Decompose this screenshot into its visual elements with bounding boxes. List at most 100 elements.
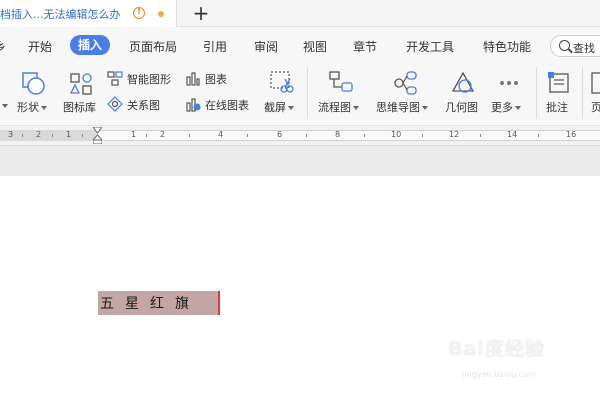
shapes-button[interactable]: 形状 (15, 67, 55, 123)
menu-item-reference[interactable]: 引用 (203, 38, 227, 55)
menu-item-cut[interactable]: 乡 (0, 38, 6, 55)
document-tab[interactable]: 档插入...无法编辑怎么办 ! (0, 0, 177, 27)
chart-button[interactable]: 图表 (185, 69, 241, 87)
page-label: 页 (591, 101, 600, 114)
more-dots-icon (498, 75, 520, 91)
chevron-down-icon (288, 106, 294, 110)
online-chart-icon (185, 96, 201, 112)
ruler-number: 10 (391, 130, 402, 139)
ruler-tick (247, 134, 248, 137)
relation-chart-label: 关系图 (127, 99, 160, 112)
warning-icon[interactable]: ! (133, 7, 145, 19)
chevron-down-icon (422, 106, 428, 110)
mindmap-label: 思维导图 (376, 101, 420, 114)
text-cursor (218, 291, 220, 315)
flowchart-label: 流程图 (318, 101, 351, 114)
document-text[interactable]: 五星红旗 (100, 293, 200, 313)
screenshot-label: 截屏 (264, 101, 286, 114)
relation-chart-icon (107, 96, 123, 112)
menu-item-view[interactable]: 视图 (303, 38, 327, 55)
icon-library-label: 图标库 (63, 101, 96, 114)
ruler-tick (306, 134, 307, 137)
smart-art-label: 智能图形 (127, 73, 171, 86)
insert-ribbon: 形状 图标库 智能图形 关系图 图表 在线图表 截屏 流程图 思维导图 几何图 … (0, 63, 600, 126)
ruler-tick (364, 134, 365, 137)
comment-button[interactable]: 批注 (542, 67, 580, 123)
flowchart-icon (328, 70, 354, 96)
menu-bar: 乡 开始 插入 页面布局 引用 审阅 视图 章节 开发工具 特色功能 查找 (0, 27, 600, 63)
wps-writer-window: 档插入...无法编辑怎么办 ! + 乡 开始 插入 页面布局 引用 审阅 视图 … (0, 0, 600, 400)
online-chart-button[interactable]: 在线图表 (185, 95, 257, 113)
page-button[interactable]: 页 (588, 67, 600, 123)
indent-marker-icon[interactable] (91, 126, 104, 145)
smart-art-icon (107, 70, 123, 86)
ruler-tick (82, 134, 83, 137)
ruler-tick (189, 134, 190, 137)
chevron-down-icon (41, 106, 47, 110)
page-icon (591, 72, 600, 94)
more-label: 更多 (491, 101, 513, 114)
new-tab-plus-icon[interactable]: + (191, 2, 211, 24)
shapes-icon (21, 71, 47, 97)
menu-item-start[interactable]: 开始 (28, 38, 52, 55)
document-tab-title: 档插入...无法编辑怎么办 (0, 8, 121, 21)
ruler-number: 16 (566, 130, 577, 139)
chevron-down-icon[interactable] (2, 104, 8, 108)
ruler-number: 8 (335, 130, 341, 139)
watermark-brand: Bai度经验 (448, 338, 545, 360)
ruler-number: 1 (66, 130, 72, 139)
comment-label: 批注 (546, 101, 568, 114)
more-button[interactable]: 更多 (488, 67, 532, 123)
document-background (0, 146, 600, 176)
menu-item-special[interactable]: 特色功能 (483, 38, 531, 55)
search-icon (559, 40, 570, 51)
ruler-number: 12 (449, 130, 460, 139)
ruler-tick (22, 134, 23, 137)
icon-library-button[interactable]: 图标库 (61, 67, 101, 123)
menu-item-developer[interactable]: 开发工具 (406, 38, 454, 55)
ruler-tick (538, 134, 539, 137)
mindmap-button[interactable]: 思维导图 (374, 67, 436, 123)
ruler-number: 2 (160, 130, 166, 139)
ruler-tick (422, 134, 423, 137)
geometry-button[interactable]: 几何图 (442, 67, 484, 123)
ruler-number: 4 (218, 130, 224, 139)
search-box[interactable]: 查找 (550, 35, 600, 57)
ruler-number: 3 (8, 130, 14, 139)
chevron-down-icon (515, 106, 521, 110)
watermark-url: jingyan.baidu.com (462, 370, 536, 379)
horizontal-ruler[interactable]: 3 2 1 1 2 4 6 8 10 12 14 16 (0, 126, 600, 146)
bar-chart-icon (185, 70, 201, 86)
ruler-text-area (97, 130, 600, 141)
ruler-number: 14 (507, 130, 518, 139)
ruler-tick (146, 134, 147, 137)
ribbon-divider (582, 67, 583, 119)
ruler-tick (52, 134, 53, 137)
chart-label: 图表 (205, 73, 227, 86)
menu-item-section[interactable]: 章节 (353, 38, 377, 55)
ruler-tick (480, 134, 481, 137)
menu-item-review[interactable]: 审阅 (254, 38, 278, 55)
ribbon-divider (536, 67, 537, 119)
menu-item-insert[interactable]: 插入 (70, 35, 111, 55)
scissors-icon (268, 69, 294, 97)
chevron-down-icon (353, 106, 359, 110)
comment-icon (546, 70, 572, 96)
smart-art-button[interactable]: 智能图形 (107, 69, 181, 87)
icon-library-icon (68, 71, 94, 97)
ruler-number: 2 (36, 130, 42, 139)
ruler-number: 6 (277, 130, 283, 139)
baidu-jingyan-watermark: Bai度经验 jingyan.baidu.com (448, 328, 578, 388)
tab-bar: 档插入...无法编辑怎么办 ! + (0, 0, 600, 27)
ribbon-divider (307, 67, 308, 119)
screenshot-button[interactable]: 截屏 (262, 67, 302, 123)
flowchart-button[interactable]: 流程图 (316, 67, 368, 123)
unsaved-dot-icon (158, 11, 164, 17)
menu-item-page-layout[interactable]: 页面布局 (129, 38, 177, 55)
online-chart-label: 在线图表 (205, 99, 249, 112)
shapes-label: 形状 (17, 101, 39, 114)
geometry-label: 几何图 (445, 101, 478, 114)
search-label: 查找 (573, 42, 595, 55)
geometry-icon (450, 70, 476, 96)
relation-chart-button[interactable]: 关系图 (107, 95, 177, 113)
